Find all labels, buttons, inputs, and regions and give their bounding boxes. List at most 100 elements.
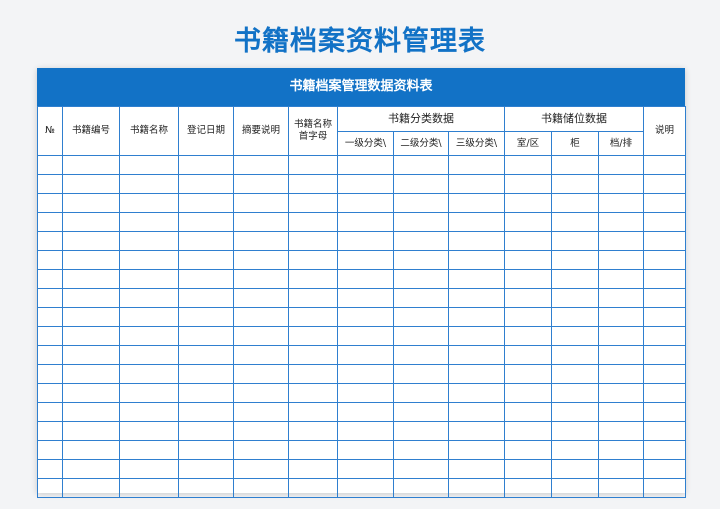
table-cell[interactable] (393, 231, 449, 251)
table-cell[interactable] (37, 307, 63, 327)
table-cell[interactable] (62, 174, 120, 194)
table-cell[interactable] (504, 345, 553, 365)
table-cell[interactable] (504, 193, 553, 213)
table-cell[interactable] (393, 383, 449, 403)
table-cell[interactable] (288, 288, 338, 308)
table-cell[interactable] (643, 250, 687, 270)
table-cell[interactable] (337, 155, 394, 175)
table-cell[interactable] (551, 288, 600, 308)
table-cell[interactable] (233, 459, 289, 479)
table-cell[interactable] (337, 231, 394, 251)
table-cell[interactable] (337, 402, 394, 422)
table-cell[interactable] (288, 307, 338, 327)
table-cell[interactable] (598, 364, 645, 384)
table-cell[interactable] (643, 212, 687, 232)
table-cell[interactable] (178, 288, 234, 308)
table-cell[interactable] (598, 250, 645, 270)
table-cell[interactable] (37, 383, 63, 403)
table-cell[interactable] (337, 459, 394, 479)
table-cell[interactable] (37, 269, 63, 289)
table-cell[interactable] (119, 421, 179, 441)
table-cell[interactable] (447, 250, 506, 270)
table-cell[interactable] (551, 345, 600, 365)
table-cell[interactable] (288, 345, 338, 365)
table-cell[interactable] (393, 440, 449, 460)
table-cell[interactable] (233, 326, 289, 346)
table-cell[interactable] (178, 174, 234, 194)
table-cell[interactable] (643, 326, 687, 346)
table-cell[interactable] (447, 269, 506, 289)
table-cell[interactable] (393, 402, 449, 422)
table-cell[interactable] (119, 193, 179, 213)
table-cell[interactable] (504, 231, 553, 251)
table-cell[interactable] (119, 402, 179, 422)
table-cell[interactable] (119, 174, 179, 194)
table-cell[interactable] (233, 155, 289, 175)
table-cell[interactable] (551, 326, 600, 346)
table-cell[interactable] (504, 440, 553, 460)
table-cell[interactable] (178, 364, 234, 384)
table-cell[interactable] (393, 212, 449, 232)
table-cell[interactable] (504, 421, 553, 441)
table-cell[interactable] (598, 402, 645, 422)
table-cell[interactable] (62, 288, 120, 308)
table-cell[interactable] (393, 478, 449, 498)
table-cell[interactable] (62, 459, 120, 479)
table-cell[interactable] (598, 269, 645, 289)
table-cell[interactable] (337, 193, 394, 213)
table-cell[interactable] (62, 402, 120, 422)
table-cell[interactable] (37, 402, 63, 422)
table-cell[interactable] (37, 459, 63, 479)
table-cell[interactable] (178, 421, 234, 441)
table-cell[interactable] (178, 440, 234, 460)
table-cell[interactable] (504, 269, 553, 289)
table-cell[interactable] (337, 212, 394, 232)
table-cell[interactable] (178, 326, 234, 346)
table-cell[interactable] (178, 478, 234, 498)
table-cell[interactable] (233, 345, 289, 365)
table-cell[interactable] (447, 383, 506, 403)
table-cell[interactable] (62, 155, 120, 175)
table-cell[interactable] (37, 250, 63, 270)
table-cell[interactable] (598, 383, 645, 403)
table-cell[interactable] (551, 421, 600, 441)
table-cell[interactable] (62, 193, 120, 213)
table-cell[interactable] (551, 440, 600, 460)
table-cell[interactable] (119, 459, 179, 479)
table-cell[interactable] (119, 326, 179, 346)
table-cell[interactable] (288, 383, 338, 403)
table-cell[interactable] (551, 402, 600, 422)
table-cell[interactable] (119, 231, 179, 251)
table-cell[interactable] (37, 288, 63, 308)
table-cell[interactable] (37, 174, 63, 194)
table-cell[interactable] (337, 364, 394, 384)
table-cell[interactable] (447, 307, 506, 327)
table-cell[interactable] (598, 231, 645, 251)
table-cell[interactable] (447, 155, 506, 175)
table-cell[interactable] (393, 269, 449, 289)
table-cell[interactable] (643, 383, 687, 403)
table-cell[interactable] (643, 402, 687, 422)
table-cell[interactable] (393, 193, 449, 213)
table-cell[interactable] (504, 364, 553, 384)
table-cell[interactable] (288, 212, 338, 232)
table-cell[interactable] (447, 459, 506, 479)
table-cell[interactable] (233, 212, 289, 232)
table-cell[interactable] (178, 307, 234, 327)
table-cell[interactable] (62, 478, 120, 498)
table-cell[interactable] (447, 478, 506, 498)
table-cell[interactable] (62, 421, 120, 441)
table-cell[interactable] (119, 250, 179, 270)
table-cell[interactable] (62, 250, 120, 270)
table-cell[interactable] (643, 269, 687, 289)
table-cell[interactable] (447, 326, 506, 346)
table-cell[interactable] (598, 440, 645, 460)
table-cell[interactable] (37, 440, 63, 460)
table-cell[interactable] (288, 155, 338, 175)
table-cell[interactable] (598, 421, 645, 441)
table-cell[interactable] (37, 212, 63, 232)
table-cell[interactable] (643, 174, 687, 194)
table-cell[interactable] (337, 288, 394, 308)
table-cell[interactable] (178, 269, 234, 289)
table-cell[interactable] (393, 288, 449, 308)
